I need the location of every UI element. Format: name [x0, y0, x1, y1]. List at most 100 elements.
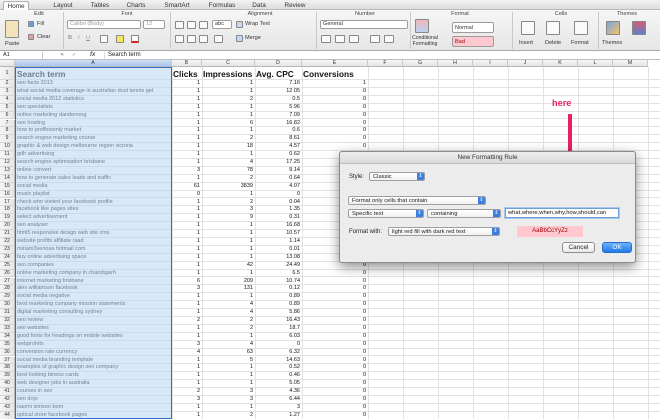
cell-impressions[interactable]: 1	[202, 270, 253, 278]
column-header-c[interactable]: C	[202, 60, 255, 67]
column-header-i[interactable]: I	[473, 60, 508, 67]
cell-clicks[interactable]: 1	[172, 357, 200, 365]
cell-search-term[interactable]: best marketing company mission statement…	[17, 301, 171, 309]
fx-icon[interactable]: fx	[90, 52, 95, 59]
cell-clicks[interactable]: 1	[172, 159, 200, 167]
cell-conversions[interactable]: 0	[302, 349, 366, 357]
comma-icon[interactable]	[349, 35, 359, 43]
align-right-icon[interactable]	[199, 35, 208, 43]
cell-avg-cpc[interactable]: 13.08	[255, 254, 300, 262]
row-header[interactable]: 8	[0, 127, 15, 136]
cell-impressions[interactable]: 3	[202, 388, 253, 396]
cell-search-term[interactable]: web designer jobs in australia	[17, 380, 171, 388]
cell-clicks[interactable]: 1	[172, 88, 200, 96]
cell-search-term[interactable]: how to generate sales leads and traffic	[17, 175, 171, 183]
name-box[interactable]: A1	[3, 52, 43, 59]
cell-conversions[interactable]: 0	[302, 325, 366, 333]
fill-color-icon[interactable]	[116, 35, 124, 43]
font-size-select[interactable]: 12	[143, 20, 165, 29]
row-header[interactable]: 6	[0, 111, 15, 120]
tab-home[interactable]: Home	[3, 1, 29, 10]
paste-button[interactable]: Paste	[5, 41, 19, 47]
header-avg-cpc[interactable]: Avg. CPC	[256, 69, 302, 79]
row-header[interactable]: 11	[0, 151, 15, 159]
cell-clicks[interactable]: 1	[172, 222, 200, 230]
cell-avg-cpc[interactable]: 12.05	[255, 88, 300, 96]
indent-icon[interactable]	[214, 35, 223, 43]
percent-icon[interactable]	[335, 35, 345, 43]
cell-clicks[interactable]: 1	[172, 230, 200, 238]
cell-impressions[interactable]: 1	[202, 333, 253, 341]
currency-icon[interactable]	[321, 35, 331, 43]
cell-search-term[interactable]: website profits affiliate raad	[17, 238, 171, 246]
cell-conversions[interactable]: 0	[302, 388, 366, 396]
cell-avg-cpc[interactable]: 1.27	[255, 412, 300, 419]
cell-clicks[interactable]: 1	[172, 325, 200, 333]
cell-impressions[interactable]: 2	[202, 317, 253, 325]
row-header[interactable]: 19	[0, 214, 15, 223]
row-header[interactable]: 23	[0, 245, 15, 254]
cell-conversions[interactable]: 0	[302, 270, 366, 278]
cell-clicks[interactable]: 2	[172, 317, 200, 325]
cell-search-term[interactable]: optical store facebook pages	[17, 412, 171, 419]
row-header[interactable]: 24	[0, 253, 15, 262]
cell-clicks[interactable]: 1	[172, 404, 200, 412]
cell-search-term[interactable]: seo facts 2013	[17, 80, 171, 88]
cell-conversions[interactable]: 0	[302, 112, 366, 120]
cell-impressions[interactable]: 1	[202, 127, 253, 135]
cell-conversions[interactable]: 0	[302, 317, 366, 325]
cell-avg-cpc[interactable]: 0.5	[255, 96, 300, 104]
cell-impressions[interactable]: 1	[202, 88, 253, 96]
tab-layout[interactable]: Layout	[48, 1, 78, 10]
cell-conversions[interactable]: 0	[302, 357, 366, 365]
cell-clicks[interactable]: 1	[172, 120, 200, 128]
tab-formulas[interactable]: Formulas	[203, 1, 241, 10]
increase-decimal-icon[interactable]	[370, 35, 380, 43]
column-header-d[interactable]: D	[255, 60, 302, 67]
cell-clicks[interactable]: 1	[172, 380, 200, 388]
cell-conversions[interactable]: 0	[302, 96, 366, 104]
cell-conversions[interactable]: 0	[302, 412, 366, 419]
cell-avg-cpc[interactable]: 6.5	[255, 270, 300, 278]
cell-search-term[interactable]: miriam3venosa hotmail com	[17, 246, 171, 254]
row-header[interactable]: 15	[0, 182, 15, 191]
cell-conversions[interactable]: 0	[302, 333, 366, 341]
cell-clicks[interactable]: 1	[172, 175, 200, 183]
insert-button[interactable]: Insert	[519, 40, 533, 46]
cell-impressions[interactable]: 6	[202, 120, 253, 128]
cell-conversions[interactable]: 0	[302, 293, 366, 301]
themes-button[interactable]: Themes	[602, 40, 622, 46]
cell-clicks[interactable]: 1	[172, 199, 200, 207]
cell-search-term[interactable]: social media 2012 statistics	[17, 96, 171, 104]
row-header[interactable]: 33	[0, 324, 15, 333]
cell-impressions[interactable]: 1	[202, 222, 253, 230]
cell-impressions[interactable]: 4	[202, 309, 253, 317]
row-header[interactable]: 31	[0, 309, 15, 317]
cell-conversions[interactable]: 0	[302, 88, 366, 96]
cell-search-term[interactable]: online convert	[17, 167, 171, 175]
cell-clicks[interactable]: 4	[172, 349, 200, 357]
column-header-b[interactable]: B	[172, 60, 202, 67]
cell-search-term[interactable]: search engine optimisation brisbane	[17, 159, 171, 167]
cell-clicks[interactable]: 0	[172, 191, 200, 199]
row-header[interactable]: 36	[0, 348, 15, 357]
italic-icon[interactable]: I	[78, 35, 80, 41]
cell-avg-cpc[interactable]: 7.16	[255, 80, 300, 88]
cell-impressions[interactable]: 1	[202, 230, 253, 238]
cell-conversions[interactable]: 0	[302, 127, 366, 135]
cell-search-term[interactable]: webprohits	[17, 341, 171, 349]
cell-clicks[interactable]: 3	[172, 341, 200, 349]
row-header[interactable]: 13	[0, 166, 15, 175]
cell-impressions[interactable]: 2	[202, 325, 253, 333]
format-with-select[interactable]: light red fill with dark red text ⇕	[388, 227, 500, 236]
cell-impressions[interactable]: 1	[202, 246, 253, 254]
style-bad[interactable]: Bad	[452, 36, 494, 47]
cell-search-term[interactable]: online marketing dandenong	[17, 112, 171, 120]
row-header[interactable]: 18	[0, 206, 15, 215]
row-header[interactable]: 16	[0, 190, 15, 199]
cell-avg-cpc[interactable]: 4.07	[255, 183, 300, 191]
cell-impressions[interactable]: 9	[202, 214, 253, 222]
cell-conversions[interactable]: 0	[302, 364, 366, 372]
cell-search-term[interactable]: internet marketing brisbane	[17, 278, 171, 286]
row-header[interactable]: 42	[0, 396, 15, 404]
